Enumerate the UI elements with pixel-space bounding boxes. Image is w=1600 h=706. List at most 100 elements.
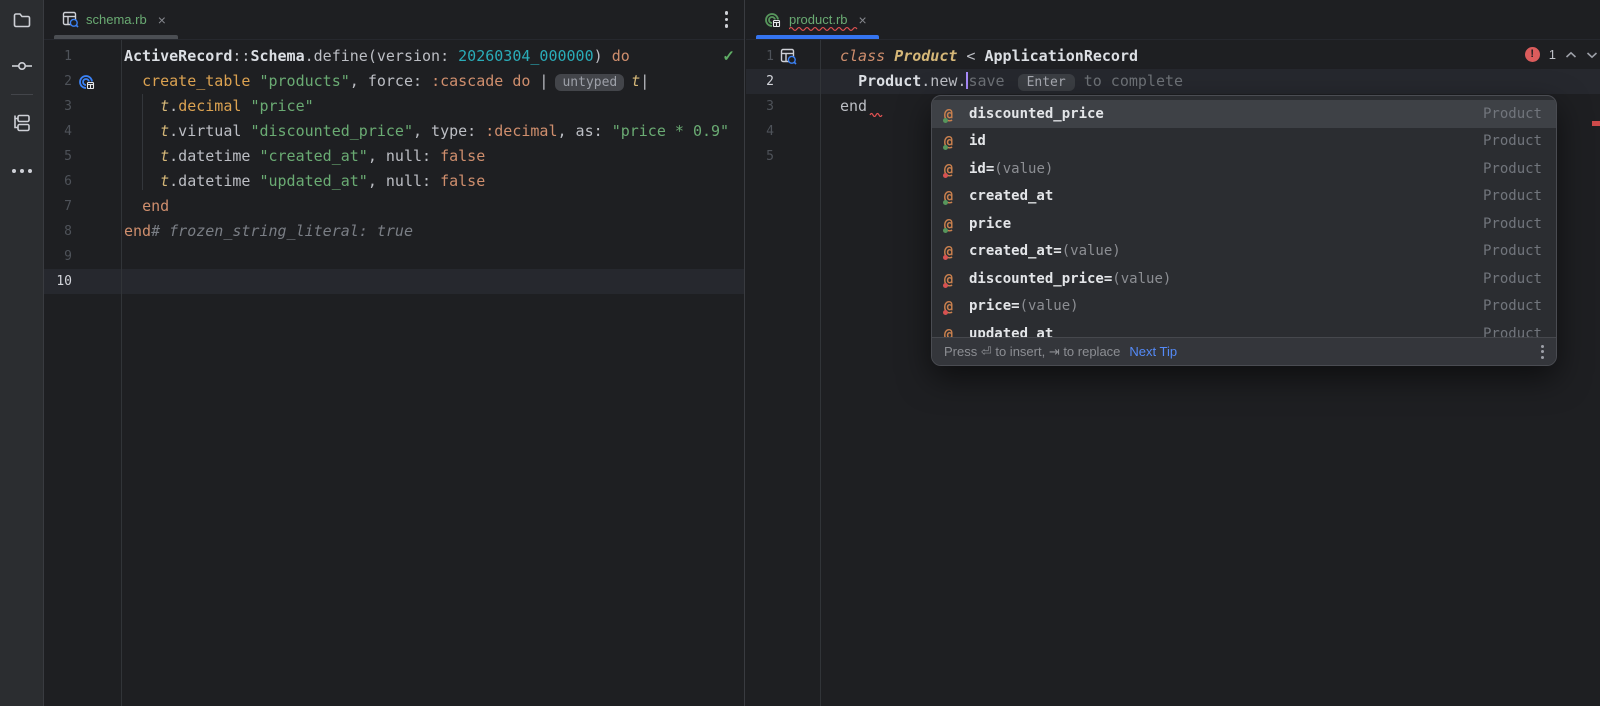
tab-indicator bbox=[54, 35, 178, 39]
code-token: decimal bbox=[178, 97, 241, 115]
line-text bbox=[121, 269, 744, 294]
code-line[interactable]: 4 t.virtual "discounted_price", type: :d… bbox=[44, 119, 744, 144]
code-token: class bbox=[840, 47, 885, 65]
completion-item[interactable]: @created_at=(value)Product bbox=[932, 238, 1556, 266]
code-token: Product bbox=[894, 47, 957, 65]
code-line[interactable]: 2 Product.new.saveEnterto complete bbox=[746, 69, 1600, 94]
completion-params: (value) bbox=[994, 161, 1053, 177]
code-editor-schema[interactable]: 1ActiveRecord::Schema.define(version: 20… bbox=[44, 40, 744, 294]
tab-schema-rb[interactable]: schema.rb × bbox=[54, 0, 178, 39]
footer-kebab-icon[interactable] bbox=[1541, 345, 1544, 359]
code-line[interactable]: 8end# frozen_string_literal: true bbox=[44, 219, 744, 244]
editor-pane-schema: schema.rb × 1ActiveRecord::Schema.define… bbox=[44, 0, 745, 706]
completion-list: @discounted_priceProduct@idProduct@id=(v… bbox=[932, 96, 1556, 337]
record-blue-gutter-icon[interactable] bbox=[72, 69, 121, 94]
code-line[interactable]: 10 bbox=[44, 269, 744, 294]
tab-indicator-active bbox=[756, 35, 879, 39]
completion-params: (value) bbox=[1112, 271, 1171, 287]
more-options-icon[interactable] bbox=[0, 151, 44, 191]
gutter-border bbox=[820, 40, 821, 706]
code-token: t bbox=[160, 147, 169, 165]
tool-window-stripe bbox=[0, 0, 44, 706]
code-token: , as: bbox=[558, 122, 612, 140]
project-folder-icon[interactable] bbox=[0, 0, 44, 40]
completion-name: price= bbox=[969, 298, 1020, 314]
footer-hint: Press ⏎ to insert, ⇥ to replace bbox=[944, 344, 1120, 360]
code-line[interactable]: 3 t.decimal "price" bbox=[44, 94, 744, 119]
code-token: .virtual bbox=[169, 122, 250, 140]
code-token bbox=[503, 72, 512, 90]
code-token: .define(version: bbox=[305, 47, 459, 65]
completion-item[interactable]: @idProduct bbox=[932, 128, 1556, 156]
completion-origin: Product bbox=[1483, 326, 1542, 337]
line-text bbox=[121, 244, 744, 269]
table-search-gutter-icon[interactable] bbox=[774, 44, 819, 69]
code-token: "products" bbox=[259, 72, 349, 90]
code-token: to complete bbox=[1084, 72, 1183, 90]
scrollbar-error-mark[interactable] bbox=[1592, 121, 1600, 126]
code-token: ) bbox=[594, 47, 612, 65]
line-number: 5 bbox=[746, 144, 774, 169]
completion-item[interactable]: @updated_atProduct bbox=[932, 320, 1556, 337]
code-token: end bbox=[840, 97, 867, 115]
attribute-accessor-icon: @ bbox=[943, 242, 961, 260]
code-line[interactable]: 7 end bbox=[44, 194, 744, 219]
code-token: false bbox=[440, 172, 485, 190]
code-token: t bbox=[631, 72, 640, 90]
code-token: false bbox=[440, 147, 485, 165]
completion-origin: Product bbox=[1483, 216, 1542, 232]
code-token: , force: bbox=[350, 72, 431, 90]
completion-item[interactable]: @created_atProduct bbox=[932, 183, 1556, 211]
line-text: ActiveRecord::Schema.define(version: 202… bbox=[121, 44, 744, 69]
tab-label: schema.rb bbox=[86, 12, 147, 27]
code-line[interactable]: 6 t.datetime "updated_at", null: false bbox=[44, 169, 744, 194]
code-token: create_table bbox=[142, 72, 250, 90]
code-token: :decimal bbox=[485, 122, 557, 140]
completion-item[interactable]: @discounted_price=(value)Product bbox=[932, 265, 1556, 293]
code-line[interactable]: 1class Product < ApplicationRecord bbox=[746, 44, 1600, 69]
table-search-icon bbox=[62, 11, 79, 28]
chevron-down-icon[interactable] bbox=[1586, 51, 1598, 59]
line-text: end bbox=[121, 194, 744, 219]
close-icon[interactable]: × bbox=[158, 13, 166, 27]
code-line[interactable]: 2 create_table "products", force: :casca… bbox=[44, 69, 744, 94]
code-token: 20260304_000000 bbox=[458, 47, 593, 65]
inspection-ok-icon[interactable]: ✓ bbox=[722, 47, 735, 65]
close-icon[interactable]: × bbox=[859, 13, 867, 27]
structure-icon[interactable] bbox=[0, 103, 44, 143]
error-squiggle bbox=[869, 111, 883, 117]
inline-completion-ghost: save bbox=[968, 72, 1004, 90]
completion-item[interactable]: @priceProduct bbox=[932, 210, 1556, 238]
completion-name: discounted_price bbox=[969, 106, 1104, 122]
type-inlay-hint: untyped bbox=[555, 74, 624, 91]
line-text: Product.new.save Enter to complete bbox=[819, 69, 1600, 94]
next-tip-link[interactable]: Next Tip bbox=[1129, 344, 1177, 359]
tab-options-kebab-icon[interactable] bbox=[725, 11, 729, 28]
code-token: .datetime bbox=[169, 147, 259, 165]
code-token: , null: bbox=[368, 172, 440, 190]
gutter-spacer bbox=[774, 119, 819, 144]
record-icon bbox=[764, 11, 782, 29]
line-text: t.decimal "price" bbox=[121, 94, 744, 119]
completion-name: created_at bbox=[969, 188, 1053, 204]
completion-item[interactable]: @id=(value)Product bbox=[932, 155, 1556, 183]
code-line[interactable]: 1ActiveRecord::Schema.define(version: 20… bbox=[44, 44, 744, 69]
code-token: Product bbox=[858, 72, 921, 90]
completion-item[interactable]: @discounted_priceProduct bbox=[932, 100, 1556, 128]
completion-item[interactable]: @price=(value)Product bbox=[932, 293, 1556, 321]
commit-icon[interactable] bbox=[0, 46, 44, 86]
code-token: .new. bbox=[921, 72, 966, 90]
code-token: t bbox=[160, 97, 169, 115]
tab-product-rb[interactable]: product.rb × bbox=[756, 0, 879, 39]
error-icon[interactable]: ! bbox=[1525, 47, 1540, 62]
chevron-up-icon[interactable] bbox=[1565, 51, 1577, 59]
code-token: "price * 0.9" bbox=[612, 122, 729, 140]
enter-key-badge: Enter bbox=[1018, 74, 1075, 91]
code-token bbox=[124, 197, 142, 215]
code-token: Schema bbox=[250, 47, 304, 65]
attribute-accessor-icon: @ bbox=[943, 160, 961, 178]
code-line[interactable]: 9 bbox=[44, 244, 744, 269]
code-line[interactable]: 5 t.datetime "created_at", null: false bbox=[44, 144, 744, 169]
attribute-accessor-icon: @ bbox=[943, 297, 961, 315]
completion-footer: Press ⏎ to insert, ⇥ to replace Next Tip bbox=[932, 337, 1556, 365]
